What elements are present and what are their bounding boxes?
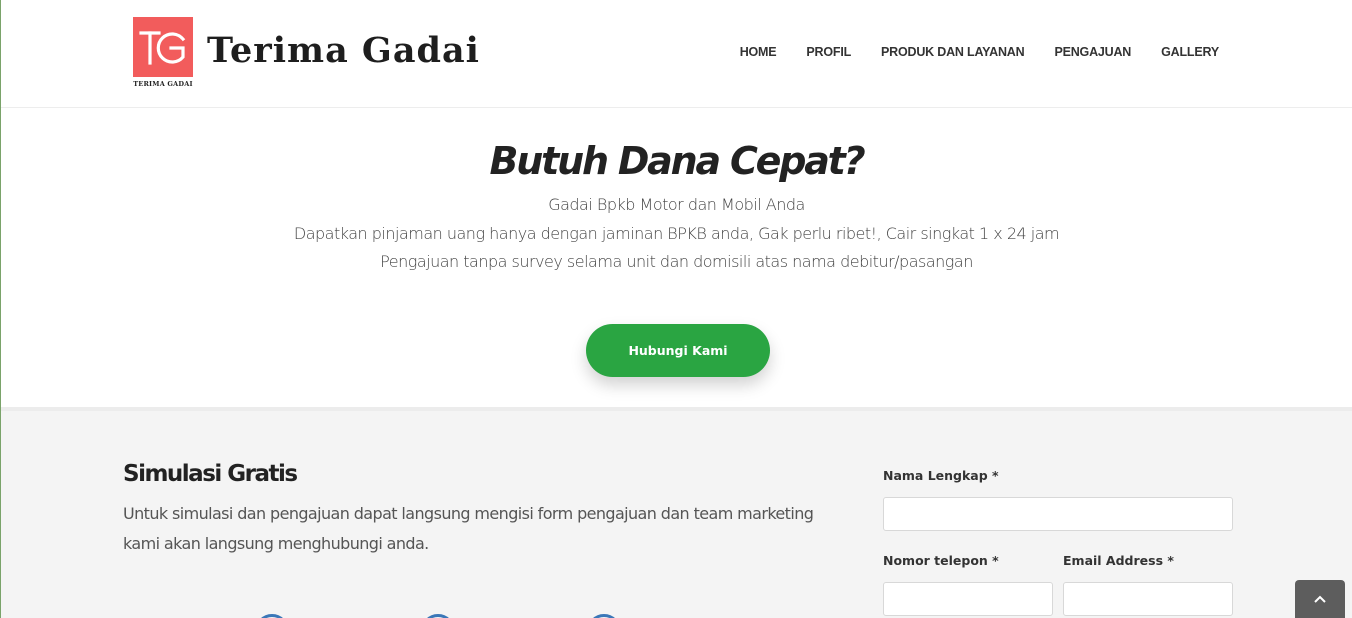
email-field[interactable] bbox=[1063, 582, 1233, 616]
feature-circle-icon bbox=[255, 614, 289, 618]
logo-caption: TERIMA GADAI bbox=[133, 80, 193, 88]
hero-description: Dapatkan pinjaman uang hanya dengan jami… bbox=[293, 224, 1060, 243]
nav-gallery[interactable]: GALLERY bbox=[1146, 45, 1219, 59]
hero-title: Butuh Dana Cepat? bbox=[489, 139, 866, 183]
logo-icon[interactable] bbox=[133, 17, 193, 77]
full-name-label: Nama Lengkap * bbox=[883, 468, 999, 483]
nav-pengajuan[interactable]: PENGAJUAN bbox=[1039, 45, 1146, 59]
email-label: Email Address * bbox=[1063, 553, 1174, 568]
brand-name[interactable]: Terima Gadai bbox=[207, 30, 480, 71]
nav-home[interactable]: HOME bbox=[725, 45, 792, 59]
contact-us-button[interactable]: Hubungi Kami bbox=[586, 324, 770, 377]
chevron-up-icon bbox=[1314, 595, 1326, 603]
simulation-section: Simulasi Gratis Untuk simulasi dan penga… bbox=[1, 411, 1352, 618]
main-nav: HOME PROFIL PRODUK DAN LAYANAN PENGAJUAN… bbox=[725, 45, 1220, 59]
scroll-to-top-button[interactable] bbox=[1295, 580, 1345, 618]
hero-subtitle: Gadai Bpkb Motor dan Mobil Anda bbox=[548, 195, 805, 214]
site-header: TERIMA GADAI Terima Gadai HOME PROFIL PR… bbox=[1, 0, 1352, 108]
feature-circle-icon bbox=[587, 614, 621, 618]
simulation-description: Untuk simulasi dan pengajuan dapat langs… bbox=[123, 504, 814, 553]
phone-label: Nomor telepon * bbox=[883, 553, 999, 568]
hero-note: Pengajuan tanpa survey selama unit dan d… bbox=[380, 252, 973, 271]
feature-circle-icon bbox=[421, 614, 455, 618]
hero-section: Butuh Dana Cepat? Gadai Bpkb Motor dan M… bbox=[1, 108, 1352, 408]
nav-profil[interactable]: PROFIL bbox=[791, 45, 866, 59]
nav-produk-dan-layanan[interactable]: PRODUK DAN LAYANAN bbox=[866, 45, 1039, 59]
phone-field[interactable] bbox=[883, 582, 1053, 616]
simulation-title: Simulasi Gratis bbox=[123, 461, 298, 487]
full-name-field[interactable] bbox=[883, 497, 1233, 531]
